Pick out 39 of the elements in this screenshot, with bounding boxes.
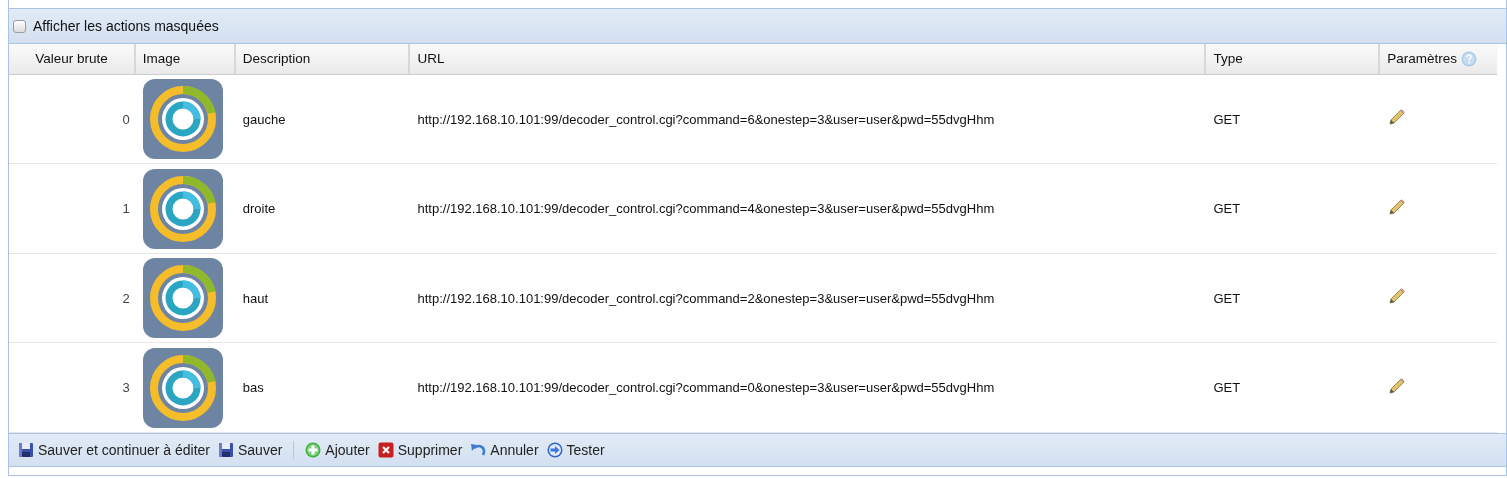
table-cell: GET [1213, 290, 1241, 306]
help-icon [1460, 51, 1477, 67]
undo-icon [470, 442, 487, 458]
toolbar-button[interactable]: Annuler [467, 440, 542, 460]
checkbox[interactable] [13, 19, 26, 33]
toolbar-button[interactable]: Ajouter [302, 440, 373, 460]
table-cell: bas [242, 380, 264, 396]
right-arrow-icon [546, 442, 563, 458]
table-cell: GET [1213, 201, 1241, 217]
table-cell: 1 [122, 201, 130, 217]
table-cell: http://192.168.10.101:99/decoder_control.cgi?command=4&onestep=3&user=user&pwd=55dvgHhm [417, 201, 995, 217]
toolbar-button[interactable]: Sauver et continuer à éditer [15, 440, 213, 460]
table-cell: GET [1213, 380, 1241, 396]
column-header[interactable]: Valeur brute [35, 51, 108, 67]
table-cell: http://192.168.10.101:99/decoder_control.cgi?command=2&onestep=3&user=user&pwd=55dvgHhm [417, 290, 995, 306]
column-header[interactable]: Image [142, 51, 181, 67]
column-header[interactable]: Description [242, 51, 311, 67]
column-header[interactable]: Paramètres [1387, 51, 1457, 66]
table-cell: 0 [122, 111, 130, 127]
ring-logo-icon [142, 79, 223, 160]
table-cell: 2 [122, 290, 130, 306]
ring-logo-icon [142, 168, 223, 249]
plus-icon [305, 442, 322, 458]
table-cell: droite [242, 201, 276, 217]
ring-logo-icon [142, 347, 223, 428]
ring-logo-icon [142, 258, 223, 339]
delete-icon [377, 442, 394, 458]
table-cell: http://192.168.10.101:99/decoder_control.cgi?command=6&onestep=3&user=user&pwd=55dvgHhm [417, 111, 995, 127]
column-header[interactable]: Type [1213, 51, 1243, 67]
toolbar-button[interactable]: Supprimer [374, 440, 466, 460]
table-cell: gauche [242, 111, 286, 127]
checkbox-label: Afficher les actions masquées [33, 18, 219, 34]
table-cell: 3 [122, 380, 130, 396]
table-cell: haut [242, 290, 269, 306]
table-cell: http://192.168.10.101:99/decoder_control.cgi?command=0&onestep=3&user=user&pwd=55dvgHhm [417, 380, 995, 396]
column-header[interactable]: URL [417, 51, 445, 67]
toolbar-button[interactable]: Tester [543, 440, 608, 460]
toolbar-button[interactable]: Sauver [215, 440, 286, 460]
table-cell: GET [1213, 111, 1241, 127]
